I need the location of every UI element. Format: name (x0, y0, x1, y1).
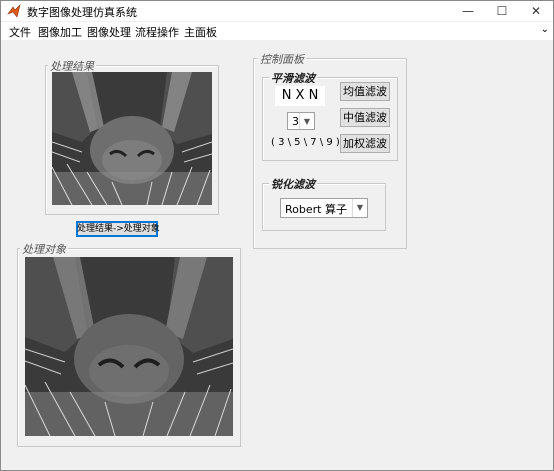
mean-filter-button[interactable]: 均值滤波 (340, 82, 390, 101)
control-panel: 控制面板 平滑滤波 N X N 3 ▼ ( 3 \ 5 \ 7 \ 9 ) 均值… (253, 51, 407, 249)
app-window: 数字图像处理仿真系统 — ☐ ✕ 文件 图像加工 图像处理 流程操作 主面板 ⌄… (0, 0, 554, 471)
control-panel-legend: 控制面板 (258, 51, 306, 67)
menu-overflow-icon[interactable]: ⌄ (541, 24, 549, 35)
menu-workflow[interactable]: 流程操作 (135, 24, 179, 40)
maximize-button[interactable]: ☐ (485, 1, 519, 21)
window-title: 数字图像处理仿真系统 (27, 6, 137, 19)
smooth-filter-group: 平滑滤波 N X N 3 ▼ ( 3 \ 5 \ 7 \ 9 ) 均值滤波 中值… (262, 70, 398, 161)
menu-main-panel[interactable]: 主面板 (184, 24, 217, 40)
menu-file[interactable]: 文件 (9, 24, 31, 40)
operator-select[interactable]: Robert 算子 ▼ (280, 198, 368, 218)
chevron-down-icon: ▼ (299, 113, 314, 129)
chevron-down-icon: ▼ (352, 199, 367, 217)
object-image (25, 257, 233, 436)
result-image-graphic (52, 72, 212, 205)
matlab-icon (7, 4, 21, 18)
weighted-filter-button[interactable]: 加权滤波 (340, 134, 390, 153)
object-panel-legend: 处理对象 (20, 241, 68, 257)
result-image (52, 72, 212, 205)
nxn-label: N X N (275, 86, 325, 106)
swap-result-to-object-button[interactable]: 处理结果->处理对象 (76, 221, 160, 237)
menu-image-edit[interactable]: 图像加工 (38, 24, 82, 40)
sharpen-filter-group: 锐化滤波 Robert 算子 ▼ (262, 176, 386, 231)
operator-select-value: Robert 算子 (285, 203, 347, 216)
sharpen-filter-legend: 锐化滤波 (269, 176, 317, 192)
kernel-size-value: 3 (292, 115, 299, 128)
menu-image-process[interactable]: 图像处理 (87, 24, 131, 40)
median-filter-button[interactable]: 中值滤波 (340, 108, 390, 127)
object-panel: 处理对象 (17, 241, 241, 447)
kernel-size-select[interactable]: 3 ▼ (287, 112, 315, 130)
object-image-graphic (25, 257, 233, 436)
title-bar: 数字图像处理仿真系统 — ☐ ✕ (1, 1, 553, 21)
menu-bar: 文件 图像加工 图像处理 流程操作 主面板 ⌄ (1, 22, 553, 40)
close-button[interactable]: ✕ (519, 1, 553, 21)
kernel-size-hint: ( 3 \ 5 \ 7 \ 9 ) (271, 137, 340, 148)
smooth-filter-legend: 平滑滤波 (269, 70, 317, 86)
minimize-button[interactable]: — (451, 1, 485, 21)
result-panel: 处理结果 (45, 58, 219, 215)
